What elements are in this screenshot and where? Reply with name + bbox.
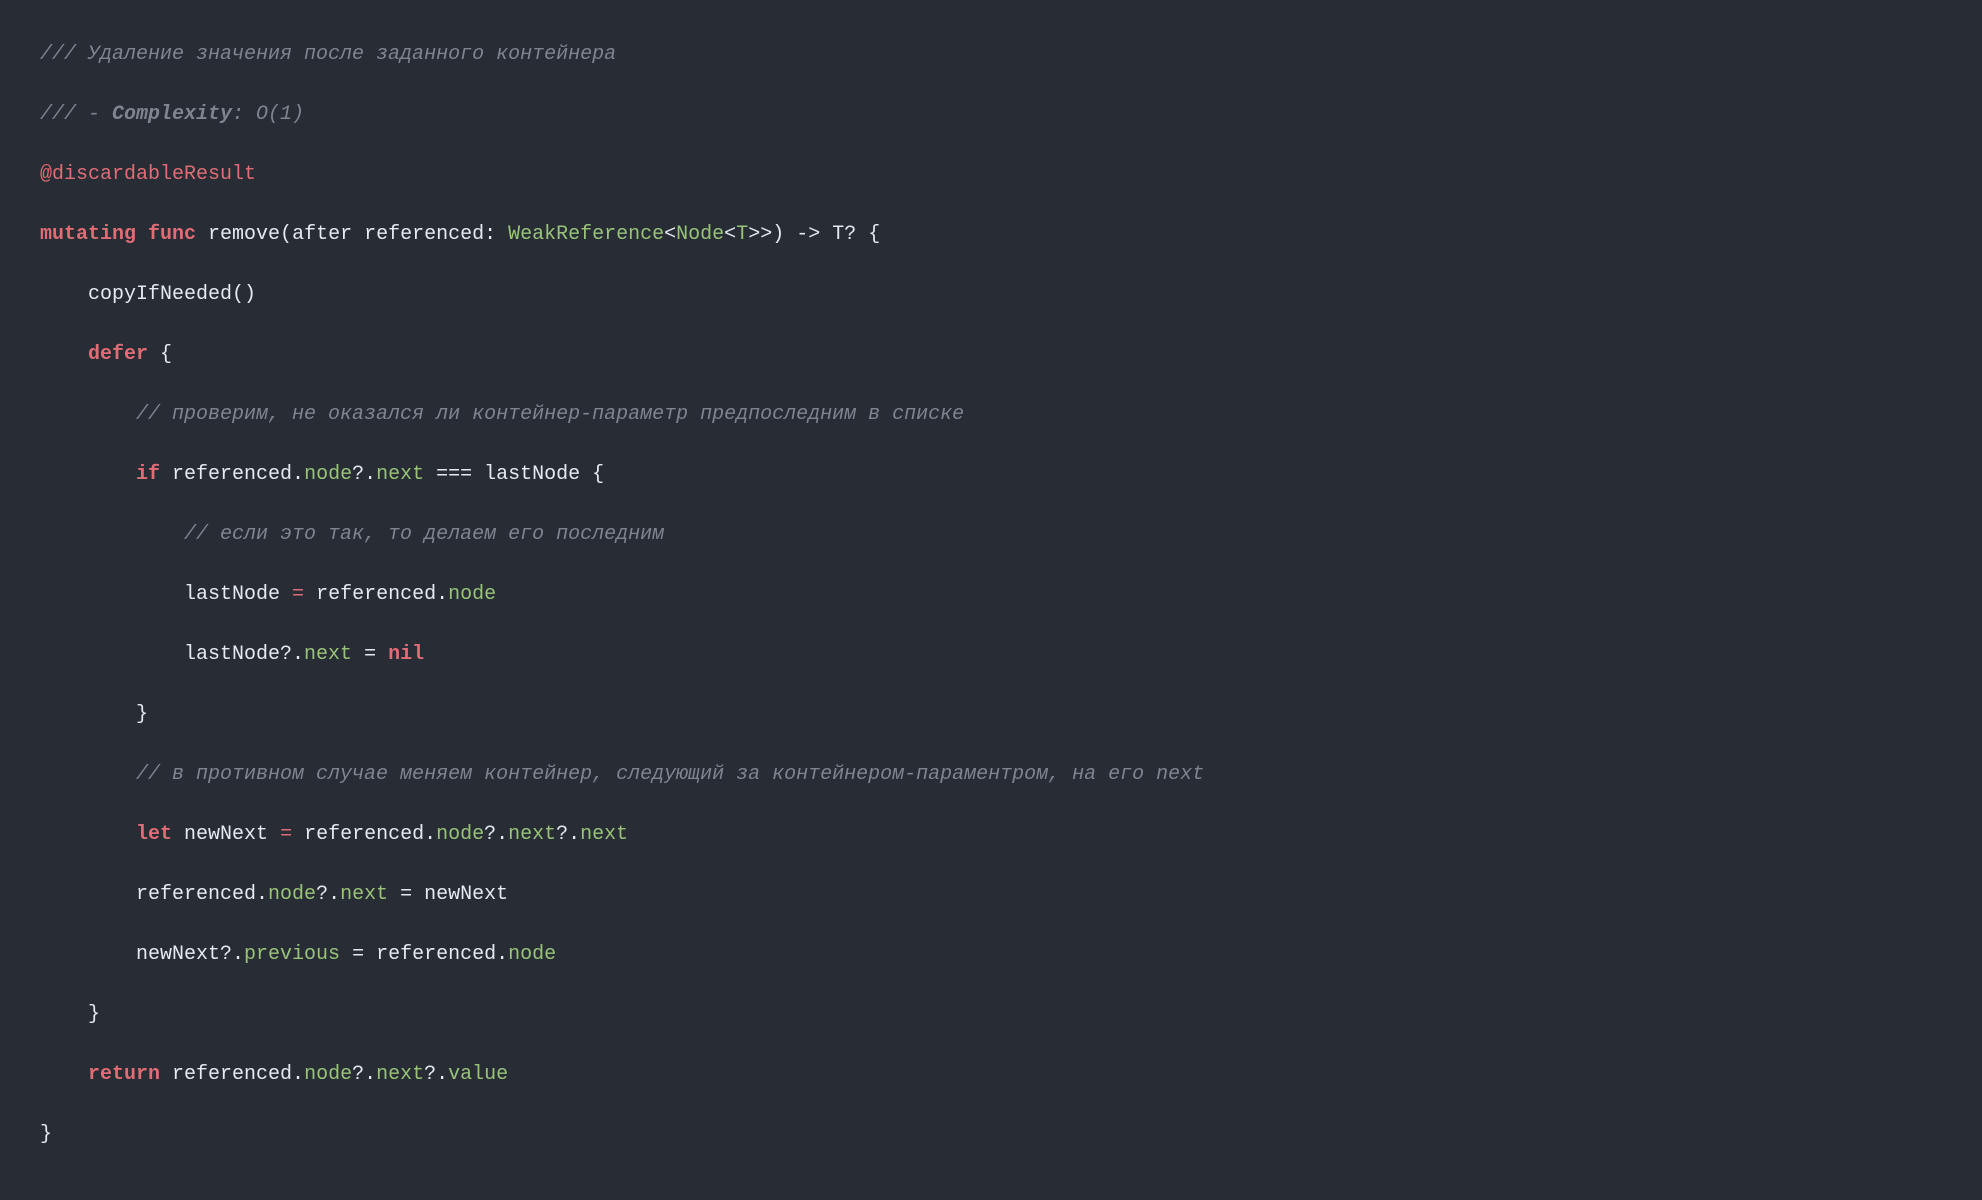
property: node [304,1063,352,1086]
code-editor[interactable]: /// Удаление значения после заданного ко… [0,0,1982,1200]
comment-strong: Complexity [112,103,232,126]
property: previous [244,943,340,966]
code-line: lastNode = referenced.node [0,580,1982,610]
keyword: mutating [40,223,136,246]
code-line: newNext?.previous = referenced.node [0,940,1982,970]
code-line: mutating func remove(after referenced: W… [0,220,1982,250]
property: node [436,823,484,846]
comment: // в противном случае меняем контейнер, … [40,763,1204,786]
property: next [376,463,424,486]
property: next [340,883,388,906]
keyword: if [136,463,160,486]
keyword: return [88,1063,160,1086]
keyword: func [148,223,196,246]
operator: = [292,583,304,606]
comment: : O(1) [232,103,304,126]
code-line: // в противном случае меняем контейнер, … [0,760,1982,790]
code-line: return referenced.node?.next?.value [0,1060,1982,1090]
code-line: } [0,1000,1982,1030]
code-line: /// Удаление значения после заданного ко… [0,40,1982,70]
comment: /// - [40,103,112,126]
keyword: let [136,823,172,846]
code-line: referenced.node?.next = newNext [0,880,1982,910]
property: next [376,1063,424,1086]
property: next [508,823,556,846]
property: node [508,943,556,966]
type: Node [676,223,724,246]
property: next [580,823,628,846]
code-line: } [0,1120,1982,1150]
keyword: defer [88,343,148,366]
comment: // если это так, то делаем его последним [40,523,664,546]
keyword-nil: nil [388,643,424,666]
code-line: /// - Complexity: O(1) [0,100,1982,130]
property: next [304,643,352,666]
func-sig: remove(after referenced: [196,223,508,246]
property: value [448,1063,508,1086]
code-line: // проверим, не оказался ли контейнер-па… [0,400,1982,430]
code-line: defer { [0,340,1982,370]
type: WeakReference [508,223,664,246]
comment: /// Удаление значения после заданного ко… [40,43,616,66]
code-line: // если это так, то делаем его последним [0,520,1982,550]
code-line: @discardableResult [0,160,1982,190]
comment: // проверим, не оказался ли контейнер-па… [40,403,964,426]
property: node [448,583,496,606]
property: node [268,883,316,906]
code-line: copyIfNeeded() [0,280,1982,310]
operator: = [280,823,292,846]
attribute: @discardableResult [40,163,256,186]
code-line: let newNext = referenced.node?.next?.nex… [0,820,1982,850]
type: T [736,223,748,246]
property: node [304,463,352,486]
code-line: lastNode?.next = nil [0,640,1982,670]
code-line: if referenced.node?.next === lastNode { [0,460,1982,490]
code-line: } [0,700,1982,730]
